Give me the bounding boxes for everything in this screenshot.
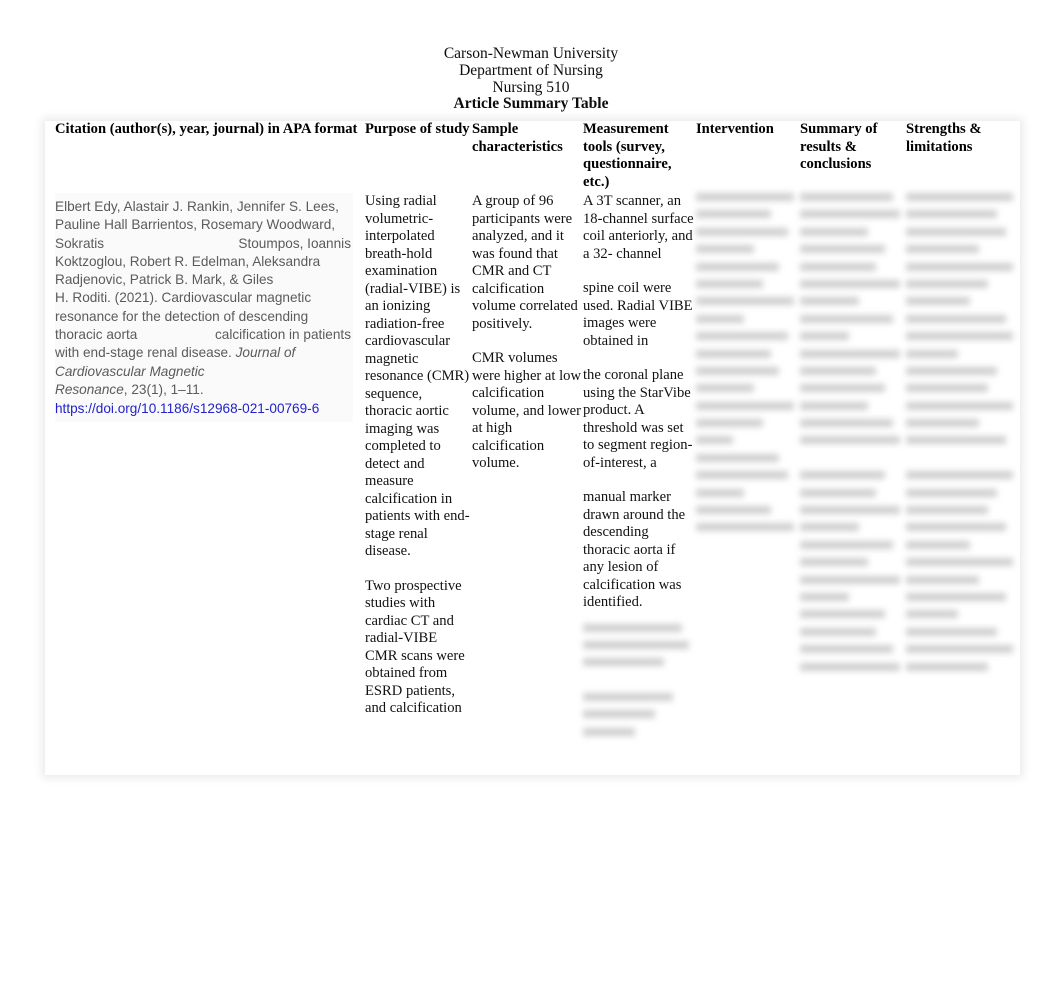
heading-line-department: Department of Nursing (459, 61, 603, 79)
summary-redacted-note: [illegible — blurred content] (800, 680, 894, 714)
citation-line-8-right: calcification in patients (214, 327, 351, 343)
column-header-summary-results: Summary of results & conclusions (800, 121, 878, 173)
cell-purpose: Using radial volumetric-interpolated bre… (365, 193, 472, 780)
citation-journal-end: Resonance (55, 381, 124, 397)
heading-line-title: Article Summary Table (453, 95, 609, 113)
citation-journal-start: Journal of (235, 345, 296, 361)
table-body: Elbert Edy, Alastair J. Rankin, Jennifer… (45, 193, 1020, 780)
citation-line-2: Pauline Hall Barrientos, Rosemary Woodwa… (55, 217, 336, 233)
citation-text: Elbert Edy, Alastair J. Rankin, Jennifer… (55, 193, 353, 422)
citation-line-8: thoracic aorta calcification in patients (55, 326, 351, 344)
sample-paragraph-1: A group of 96 participants were analyzed… (472, 193, 578, 332)
column-header-purpose: Purpose of study (365, 121, 470, 137)
citation-line-7: resonance for the detection of descendin… (55, 308, 309, 324)
tools-paragraph-4: manual marker drawn around the descendin… (583, 489, 686, 610)
sample-paragraph-2: CMR volumes were higher at low calcifica… (472, 350, 582, 471)
purpose-paragraph-1: Using radial volumetric-interpolated bre… (365, 193, 470, 559)
table-header-row-group: Citation (author(s), year, journal) in A… (45, 121, 1020, 193)
column-header-measurement-tools: Measurement tools (survey, questionnaire… (583, 121, 672, 190)
article-summary-table: Citation (author(s), year, journal) in A… (45, 121, 1020, 780)
cell-measurement-tools: A 3T scanner, an 18-channel surface coil… (583, 193, 696, 780)
citation-line-5: Radjenovic, Patrick B. Mark, & Giles (55, 272, 274, 288)
cell-sample-characteristics: A group of 96 participants were analyzed… (472, 193, 583, 780)
tools-redacted-note: [illegible — blurred content] (583, 745, 677, 779)
citation-line-4: Koktzoglou, Robert R. Edelman, Aleksandr… (55, 253, 321, 269)
citation-line-3-left: Sokratis (55, 235, 105, 251)
cell-citation: Elbert Edy, Alastair J. Rankin, Jennifer… (45, 193, 365, 780)
column-header-sample: Sample characteristics (472, 121, 563, 155)
citation-doi-link[interactable]: https://doi.org/10.1186/s12968-021-00769… (55, 399, 351, 418)
document-heading: Carson-Newman University Department of N… (0, 45, 1062, 113)
tools-redacted-block: [illegible — blurred content] (583, 612, 696, 781)
citation-line-11: Resonance, 23(1), 1–11. (55, 381, 351, 399)
article-summary-table-container: Citation (author(s), year, journal) in A… (45, 121, 1020, 775)
citation-line-3: Sokratis Stoumpos, Ioannis (55, 235, 351, 253)
column-header-citation: Citation (author(s), year, journal) in A… (55, 121, 358, 137)
citation-line-3-right: Stoumpos, Ioannis (238, 235, 351, 251)
purpose-paragraph-2: Two prospective studies with cardiac CT … (365, 577, 465, 717)
cell-summary-results: [illegible — blurred content] (800, 193, 906, 780)
strengths-redacted-note: [illegible — blurred content] (906, 680, 1000, 714)
heading-line-course: Nursing 510 (492, 78, 570, 96)
citation-volume-pages: , 23(1), 1–11. (123, 381, 204, 397)
table-header-row: Citation (author(s), year, journal) in A… (45, 121, 1020, 193)
citation-line-1: Elbert Edy, Alastair J. Rankin, Jennifer… (55, 199, 339, 214)
tools-paragraph-1: A 3T scanner, an 18-channel surface coil… (583, 193, 694, 262)
tools-paragraph-3: the coronal plane using the StarVibe pro… (583, 367, 693, 471)
cell-strengths-limitations: [illegible — blurred content] (906, 193, 1020, 780)
intervention-redacted-note: [illegible — blurred content] (696, 541, 790, 575)
cell-intervention: [illegible — blurred content] (696, 193, 800, 780)
citation-journal-continued: Cardiovascular Magnetic (55, 363, 205, 379)
table-row: Elbert Edy, Alastair J. Rankin, Jennifer… (45, 193, 1020, 780)
citation-line-8-left: thoracic aorta (55, 327, 138, 343)
column-header-intervention: Intervention (696, 121, 774, 137)
tools-paragraph-2: spine coil were used. Radial VIBE images… (583, 280, 693, 349)
citation-line-6: H. Roditi. (2021). Cardiovascular magnet… (55, 290, 312, 306)
heading-line-university: Carson-Newman University (443, 45, 619, 62)
column-header-strengths-limitations: Strengths & limitations (906, 121, 982, 155)
citation-line-9: with end-stage renal disease. Journal of (55, 344, 351, 362)
citation-line-9-text: with end-stage renal disease. (55, 345, 236, 361)
